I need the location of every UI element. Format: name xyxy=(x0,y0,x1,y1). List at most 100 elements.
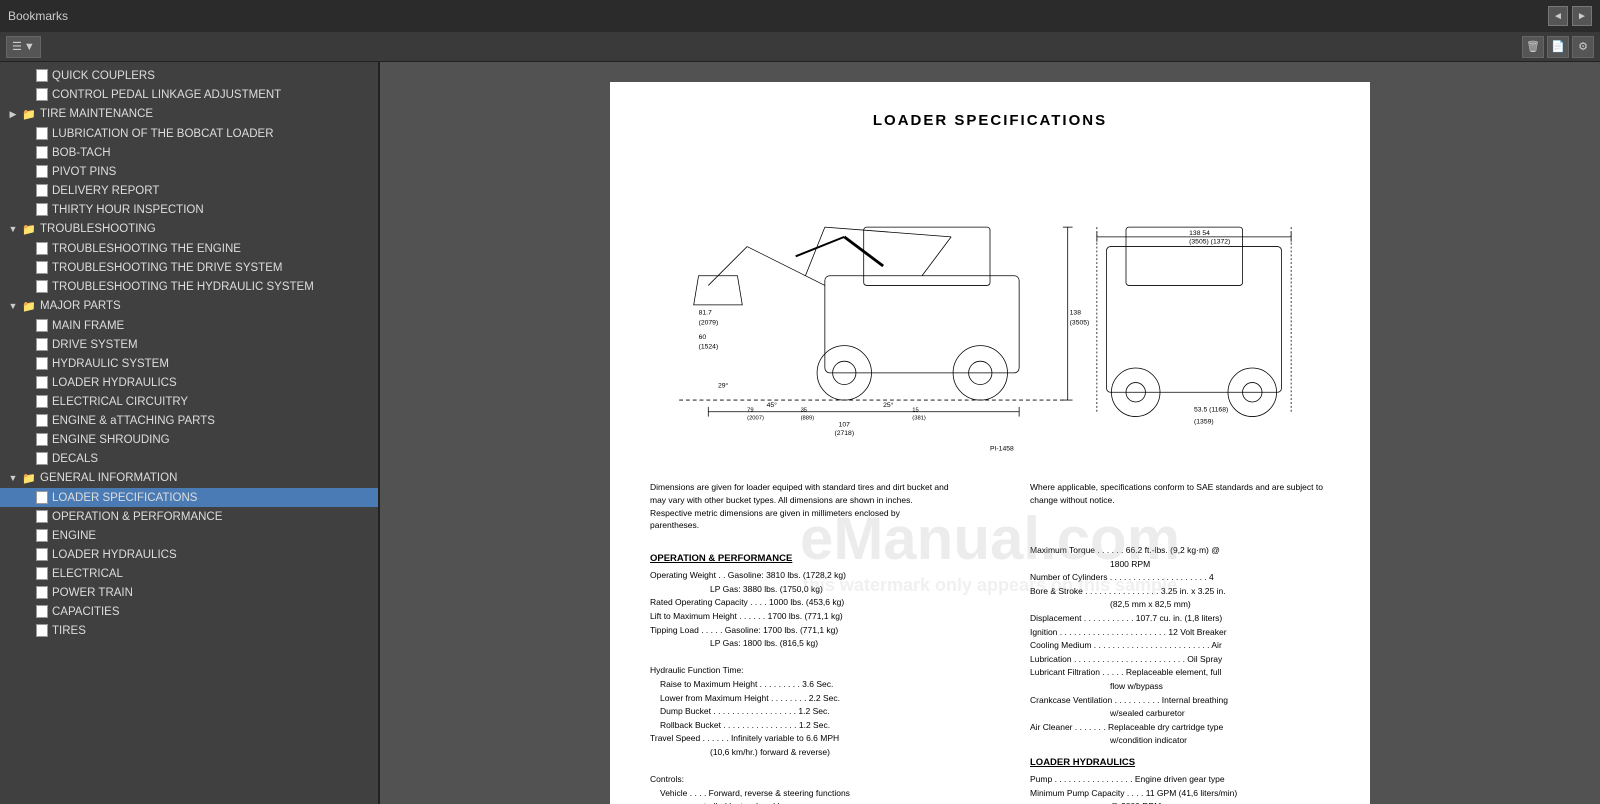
bookmark-label: ELECTRICAL CIRCUITRY xyxy=(52,396,188,408)
bookmark-label: OPERATION & PERFORMANCE xyxy=(52,511,222,523)
svg-text:25°: 25° xyxy=(883,401,894,409)
page-icon xyxy=(36,586,48,599)
page-icon xyxy=(36,510,48,523)
col-left: OPERATION & PERFORMANCE Operating Weight… xyxy=(650,544,1010,804)
svg-text:138: 138 xyxy=(1070,310,1082,317)
bookmark-label: DECALS xyxy=(52,453,98,465)
page-icon xyxy=(36,548,48,561)
doc-columns: OPERATION & PERFORMANCE Operating Weight… xyxy=(650,544,1330,804)
bookmark-item-main-frame[interactable]: MAIN FRAME xyxy=(0,316,378,335)
bookmark-label: LOADER HYDRAULICS xyxy=(52,377,177,389)
bookmark-item-power-train[interactable]: POWER TRAIN xyxy=(0,583,378,602)
page-icon xyxy=(36,395,48,408)
bookmark-item-general-information[interactable]: ▼📁GENERAL INFORMATION xyxy=(0,468,378,488)
section-op-perf: OPERATION & PERFORMANCE xyxy=(650,552,1010,565)
bookmark-item-troubleshooting-drive[interactable]: TROUBLESHOOTING THE DRIVE SYSTEM xyxy=(0,258,378,277)
bookmark-label: LUBRICATION OF THE BOBCAT LOADER xyxy=(52,128,274,140)
page-icon xyxy=(36,491,48,504)
collapse-icon[interactable]: ▼ xyxy=(6,299,20,313)
diagram-svg: 107 (2718) 138 (3505) 79 (2007) 35 (889)… xyxy=(650,145,1330,455)
bookmark-item-control-pedal[interactable]: CONTROL PEDAL LINKAGE ADJUSTMENT xyxy=(0,85,378,104)
bookmark-item-electrical[interactable]: ELECTRICAL xyxy=(0,564,378,583)
bookmark-item-engine[interactable]: ENGINE xyxy=(0,526,378,545)
svg-text:45°: 45° xyxy=(767,401,778,409)
bookmark-label: QUICK COUPLERS xyxy=(52,70,155,82)
bookmark-label: BOB-TACH xyxy=(52,147,111,159)
collapse-icon[interactable]: ▼ xyxy=(6,222,20,236)
folder-icon: 📁 xyxy=(22,222,36,236)
page-icon xyxy=(36,414,48,427)
bookmark-label: CAPACITIES xyxy=(52,606,120,618)
bookmark-item-engine-shrouding[interactable]: ENGINE SHROUDING xyxy=(0,430,378,449)
bookmark-item-engine-attaching[interactable]: ENGINE & aTTACHING PARTS xyxy=(0,411,378,430)
folder-icon: 📁 xyxy=(22,299,36,313)
bookmark-item-hydraulic-system[interactable]: HYDRAULIC SYSTEM xyxy=(0,354,378,373)
dropdown-icon: ☰ xyxy=(12,40,22,53)
bookmark-item-capacities[interactable]: CAPACITIES xyxy=(0,602,378,621)
bookmark-item-decals[interactable]: DECALS xyxy=(0,449,378,468)
page-icon xyxy=(36,88,48,101)
bookmark-item-bob-tach[interactable]: BOB-TACH xyxy=(0,143,378,162)
bookmark-label: TIRES xyxy=(52,625,86,637)
bookmark-item-drive-system[interactable]: DRIVE SYSTEM xyxy=(0,335,378,354)
bookmark-label: ENGINE SHROUDING xyxy=(52,434,170,446)
page-icon xyxy=(36,529,48,542)
bookmark-label: POWER TRAIN xyxy=(52,587,133,599)
bookmark-label: TROUBLESHOOTING xyxy=(40,223,156,235)
nav-prev-btn[interactable]: ◄ xyxy=(1548,6,1568,26)
nav-next-btn[interactable]: ► xyxy=(1572,6,1592,26)
bookmark-label: DELIVERY REPORT xyxy=(52,185,159,197)
bookmark-item-loader-hydraulics-2[interactable]: LOADER HYDRAULICS xyxy=(0,545,378,564)
bookmark-item-pivot-pins[interactable]: PIVOT PINS xyxy=(0,162,378,181)
page-icon xyxy=(36,567,48,580)
intro-text: Dimensions are given for loader equiped … xyxy=(650,481,950,532)
bookmark-label: PIVOT PINS xyxy=(52,166,116,178)
bookmark-item-loader-specs[interactable]: LOADER SPECIFICATIONS xyxy=(0,488,378,507)
bookmark-item-quick-couplers[interactable]: QUICK COUPLERS xyxy=(0,66,378,85)
svg-text:(2007): (2007) xyxy=(747,415,764,421)
bookmark-label: TIRE MAINTENANCE xyxy=(40,108,153,120)
svg-text:(2718): (2718) xyxy=(834,430,854,437)
bookmark-item-troubleshooting[interactable]: ▼📁 TROUBLESHOOTING xyxy=(0,219,378,239)
bookmark-item-thirty-hour[interactable]: THIRTY HOUR INSPECTION xyxy=(0,200,378,219)
svg-text:(1359): (1359) xyxy=(1194,418,1214,425)
page-icon xyxy=(36,127,48,140)
bookmark-item-lubrication[interactable]: LUBRICATION OF THE BOBCAT LOADER xyxy=(0,124,378,143)
page-icon xyxy=(36,452,48,465)
svg-text:29°: 29° xyxy=(718,381,729,389)
bookmark-item-tires[interactable]: TIRES xyxy=(0,621,378,640)
top-bar-title: Bookmarks xyxy=(8,9,1548,23)
bookmark-item-delivery-report[interactable]: DELIVERY REPORT xyxy=(0,181,378,200)
bookmark-label: DRIVE SYSTEM xyxy=(52,339,138,351)
svg-text:79: 79 xyxy=(747,408,753,414)
delete-btn[interactable]: 🗑 xyxy=(1522,36,1544,58)
bookmark-label: TROUBLESHOOTING THE ENGINE xyxy=(52,243,241,255)
bookmark-item-electrical-circuitry[interactable]: ELECTRICAL CIRCUITRY xyxy=(0,392,378,411)
bookmark-label: LOADER HYDRAULICS xyxy=(52,549,177,561)
bookmark-list[interactable]: QUICK COUPLERS CONTROL PEDAL LINKAGE ADJU… xyxy=(0,62,378,804)
add-btn[interactable]: 📄 xyxy=(1547,36,1569,58)
bookmark-item-troubleshooting-hydraulic[interactable]: TROUBLESHOOTING THE HYDRAULIC SYSTEM xyxy=(0,277,378,296)
page-icon xyxy=(36,605,48,618)
svg-text:PI-1458: PI-1458 xyxy=(990,446,1014,453)
bookmark-item-troubleshooting-engine[interactable]: TROUBLESHOOTING THE ENGINE xyxy=(0,239,378,258)
expand-icon[interactable]: ▶ xyxy=(6,107,20,121)
doc-intro: Dimensions are given for loader equiped … xyxy=(650,481,1330,532)
bookmark-label: LOADER SPECIFICATIONS xyxy=(52,492,197,504)
settings-btn[interactable]: ⚙ xyxy=(1572,36,1594,58)
bookmark-label: ENGINE xyxy=(52,530,96,542)
collapse-icon[interactable]: ▼ xyxy=(6,471,20,485)
bookmark-label: MAIN FRAME xyxy=(52,320,124,332)
bookmark-item-major-parts[interactable]: ▼📁MAJOR PARTS xyxy=(0,296,378,316)
bookmark-item-loader-hydraulics[interactable]: LOADER HYDRAULICS xyxy=(0,373,378,392)
left-panel: QUICK COUPLERS CONTROL PEDAL LINKAGE ADJU… xyxy=(0,62,380,804)
svg-text:(1524): (1524) xyxy=(699,344,719,351)
page-icon xyxy=(36,338,48,351)
bookmark-label: ENGINE & aTTACHING PARTS xyxy=(52,415,215,427)
bookmark-item-tire-maintenance[interactable]: ▶📁TIRE MAINTENANCE xyxy=(0,104,378,124)
toolbar-dropdown[interactable]: ☰ ▼ xyxy=(6,36,41,58)
bookmark-item-operation-performance[interactable]: OPERATION & PERFORMANCE xyxy=(0,507,378,526)
toolbar: ☰ ▼ 🗑 📄 ⚙ xyxy=(0,32,1600,62)
col-right: Maximum Torque . . . . . . 66.2 ft.-lbs.… xyxy=(1030,544,1330,804)
page-icon xyxy=(36,146,48,159)
